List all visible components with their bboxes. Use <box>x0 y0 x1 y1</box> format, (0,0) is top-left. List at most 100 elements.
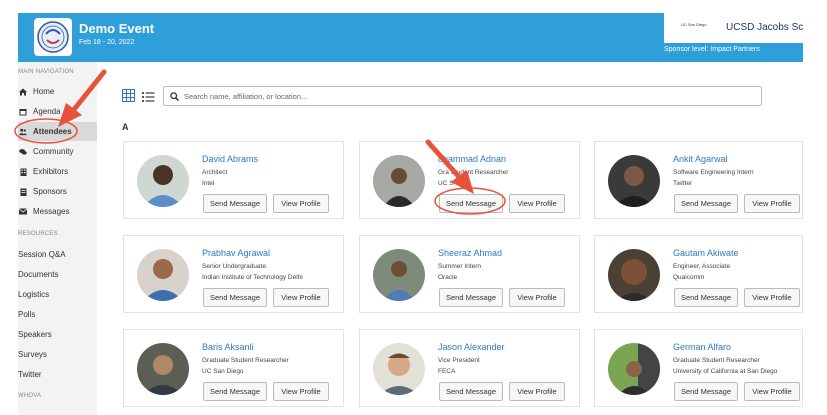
attendee-title: Summer Intern <box>438 263 481 270</box>
calendar-icon <box>19 108 27 116</box>
resources-heading: RESOURCES <box>18 231 58 237</box>
envelope-icon <box>19 208 27 216</box>
view-profile-button[interactable]: View Profile <box>273 194 329 213</box>
send-message-button[interactable]: Send Message <box>674 382 738 401</box>
building-icon <box>19 168 27 176</box>
sponsor-icon <box>19 188 27 196</box>
event-logo[interactable] <box>34 18 72 56</box>
sidebar-item-label: Agenda <box>33 107 61 116</box>
send-message-button[interactable]: Send Message <box>674 194 738 213</box>
view-profile-button[interactable]: View Profile <box>273 382 329 401</box>
send-message-button[interactable]: Send Message <box>203 288 267 307</box>
attendee-name[interactable]: Baris Aksanli <box>202 342 254 352</box>
attendee-name[interactable]: Prabhav Agrawal <box>202 248 270 258</box>
attendee-affiliation: Qualcomm <box>673 274 705 281</box>
search-icon <box>170 91 179 101</box>
attendee-card: Ankit Agarwal Software Engineering Inter… <box>594 141 803 219</box>
sponsor-level: Sponsor level: Impact Partners <box>664 46 760 53</box>
avatar[interactable] <box>137 343 189 395</box>
sidebar-item-messages[interactable]: Messages <box>18 202 97 221</box>
send-message-button[interactable]: Send Message <box>203 194 267 213</box>
event-title: Demo Event <box>79 21 155 36</box>
sidebar-item-session-qa[interactable]: Session Q&A <box>18 250 66 259</box>
attendee-title: Architect <box>202 169 228 176</box>
view-profile-button[interactable]: View Profile <box>744 382 800 401</box>
attendee-title: Vice President <box>438 357 480 364</box>
attendee-card: ohammad Adnan Gra Student Researcher UC … <box>359 141 580 219</box>
sidebar-item-sponsors[interactable]: Sponsors <box>18 182 97 201</box>
whova-heading: WHOVA <box>18 393 42 399</box>
attendee-card: David Abrams Architect Intel Send Messag… <box>123 141 344 219</box>
attendee-title: Graduate Student Researcher <box>202 357 289 364</box>
attendee-name[interactable]: Gautam Akiwate <box>673 248 739 258</box>
sidebar-item-attendees[interactable]: Attendees <box>18 122 97 141</box>
attendee-affiliation: UC S <box>438 180 454 187</box>
attendee-name[interactable]: ohammad Adnan <box>438 154 506 164</box>
attendee-title: Graduate Student Researcher <box>673 357 760 364</box>
sidebar-item-logistics[interactable]: Logistics <box>18 290 49 299</box>
sidebar-item-surveys[interactable]: Surveys <box>18 350 47 359</box>
sponsor-name: UCSD Jacobs Scho <box>726 22 803 33</box>
send-message-button[interactable]: Send Message <box>439 194 503 213</box>
avatar[interactable] <box>373 343 425 395</box>
sidebar-item-agenda[interactable]: Agenda <box>18 102 97 121</box>
view-profile-button[interactable]: View Profile <box>744 288 800 307</box>
event-header: Demo Event Feb 18 - 20, 2022 UC San Dieg… <box>18 13 803 62</box>
attendee-affiliation: UC San Diego <box>202 368 244 375</box>
chat-icon <box>19 148 27 156</box>
sidebar-item-label: Home <box>33 87 55 96</box>
sidebar-item-label: Messages <box>33 207 70 216</box>
avatar[interactable] <box>137 155 189 207</box>
send-message-button[interactable]: Send Message <box>674 288 738 307</box>
attendee-card: Gautam Akiwate Engineer, Associate Qualc… <box>594 235 803 313</box>
search-box[interactable] <box>163 86 762 106</box>
view-profile-button[interactable]: View Profile <box>509 288 565 307</box>
sidebar-item-exhibitors[interactable]: Exhibitors <box>18 162 97 181</box>
users-icon <box>19 128 27 136</box>
section-letter: A <box>122 122 129 132</box>
view-profile-button[interactable]: View Profile <box>509 382 565 401</box>
send-message-button[interactable]: Send Message <box>439 288 503 307</box>
attendee-name[interactable]: Jason Alexander <box>438 342 505 352</box>
avatar[interactable] <box>608 155 660 207</box>
main-navigation-heading: MAIN NAVIGATION <box>18 69 74 75</box>
attendee-card: Sheeraz Ahmad Summer Intern Oracle Send … <box>359 235 580 313</box>
avatar[interactable] <box>373 249 425 301</box>
attendee-title: Gra Student Researcher <box>438 169 509 176</box>
sponsor-banner[interactable]: UC San Diego UCSD Jacobs Scho <box>664 13 803 43</box>
sidebar-item-twitter[interactable]: Twitter <box>18 370 42 379</box>
send-message-button[interactable]: Send Message <box>439 382 503 401</box>
attendee-card: Jason Alexander Vice President FECA Send… <box>359 329 580 407</box>
attendee-name[interactable]: German Alfaro <box>673 342 731 352</box>
sidebar-item-speakers[interactable]: Speakers <box>18 330 52 339</box>
attendee-card: German Alfaro Graduate Student Researche… <box>594 329 803 407</box>
sidebar-item-polls[interactable]: Polls <box>18 310 35 319</box>
attendee-title: Senior Undergraduate <box>202 263 266 270</box>
attendee-affiliation: Indian Institute of Technology Delhi <box>202 274 303 281</box>
attendee-affiliation: FECA <box>438 368 456 375</box>
sidebar: MAIN NAVIGATION Home Agenda Attendees Co… <box>18 62 97 415</box>
view-profile-button[interactable]: View Profile <box>273 288 329 307</box>
view-profile-button[interactable]: View Profile <box>509 194 565 213</box>
attendee-name[interactable]: Ankit Agarwal <box>673 154 728 164</box>
event-dates: Feb 18 - 20, 2022 <box>79 39 135 46</box>
grid-view-icon[interactable] <box>122 89 135 102</box>
attendee-name[interactable]: Sheeraz Ahmad <box>438 248 502 258</box>
attendee-affiliation: Twitter <box>673 180 693 187</box>
search-input[interactable] <box>184 91 744 101</box>
attendee-affiliation: Oracle <box>438 274 458 281</box>
sidebar-item-community[interactable]: Community <box>18 142 97 161</box>
avatar[interactable] <box>137 249 189 301</box>
avatar[interactable] <box>608 249 660 301</box>
sidebar-item-label: Attendees <box>33 127 72 136</box>
sidebar-item-home[interactable]: Home <box>18 82 97 101</box>
view-profile-button[interactable]: View Profile <box>744 194 800 213</box>
sponsor-logo: UC San Diego <box>681 22 707 27</box>
avatar[interactable] <box>373 155 425 207</box>
sidebar-item-label: Sponsors <box>33 187 67 196</box>
avatar[interactable] <box>608 343 660 395</box>
list-view-icon[interactable] <box>142 90 155 102</box>
attendee-name[interactable]: David Abrams <box>202 154 258 164</box>
sidebar-item-documents[interactable]: Documents <box>18 270 58 279</box>
send-message-button[interactable]: Send Message <box>203 382 267 401</box>
